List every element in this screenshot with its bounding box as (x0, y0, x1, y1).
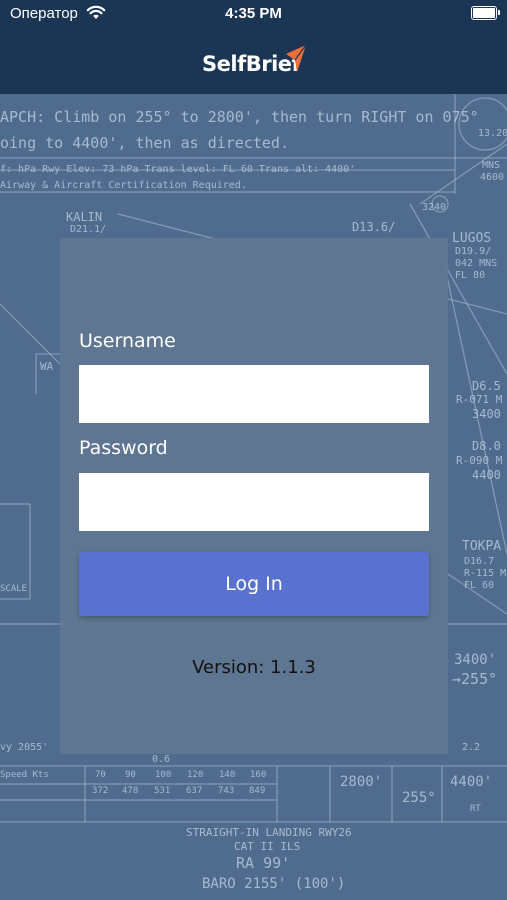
chart-text: 849 (249, 786, 266, 796)
chart-text: D16.7 (464, 556, 495, 567)
chart-text: D8.0 (472, 439, 501, 453)
chart-text: 100 (155, 770, 172, 780)
chart-text: 70 (95, 770, 106, 780)
chart-text: 4400 (472, 468, 501, 482)
password-label: Password (79, 437, 168, 459)
chart-text: RA 99' (236, 854, 291, 872)
chart-text: f: hPa Rwy Elev: 73 hPa Trans level: FL … (0, 164, 356, 175)
chart-text: TOKPA (462, 539, 502, 554)
chart-text: 255° (402, 790, 436, 806)
chart-text: 531 (154, 786, 171, 796)
chart-text: 3400 (472, 407, 501, 421)
chart-text: Speed Kts (0, 770, 49, 780)
chart-text: LUGOS (452, 231, 492, 246)
chart-text: →255° (452, 670, 498, 688)
chart-text: RT (470, 804, 481, 814)
chart-text: 743 (218, 786, 235, 796)
chart-text: D6.5 (472, 379, 501, 393)
chart-text: 2.2 (462, 742, 481, 753)
chart-text: 478 (122, 786, 139, 796)
battery-icon (471, 6, 500, 20)
username-label: Username (79, 330, 176, 352)
chart-text: 120 (187, 770, 204, 780)
chart-text: STRAIGHT-IN LANDING RWY26 (186, 826, 352, 839)
chart-text: D13.6/ (352, 220, 396, 234)
chart-text: D19.9/ (455, 246, 492, 257)
chart-text: FL 80 (455, 270, 486, 281)
username-input[interactable] (79, 365, 429, 423)
chart-text: 637 (186, 786, 203, 796)
chart-text: 4400' (450, 774, 493, 790)
chart-text: Airway & Aircraft Certification Required… (0, 180, 247, 191)
chart-text: 13.20 (478, 128, 507, 139)
password-input[interactable] (79, 473, 429, 531)
clock: 4:35 PM (225, 5, 282, 22)
chart-text: R-115 M (464, 568, 507, 579)
paper-plane-icon (286, 44, 307, 72)
app-header: SelfBrief (0, 28, 507, 94)
chart-text: WA (40, 360, 54, 373)
chart-text: vy 2055' (0, 742, 49, 753)
chart-text: MNS (482, 160, 501, 171)
chart-text: 3400' (454, 652, 497, 668)
chart-text: 042 MNS (455, 258, 498, 269)
status-bar: Оператор 4:35 PM (0, 0, 507, 28)
chart-text: 2800' (340, 774, 383, 790)
chart-text: 90 (125, 770, 136, 780)
chart-text: oing to 4400', then as directed. (0, 134, 289, 152)
chart-text: 4600 (480, 172, 505, 183)
chart-text: D21.1/ (70, 224, 107, 235)
chart-text: 140 (219, 770, 236, 780)
chart-text: 3240 (422, 202, 447, 213)
chart-text: KALIN (66, 210, 103, 224)
chart-text: BARO 2155' (100') (202, 876, 346, 892)
chart-text: CAT II ILS (234, 840, 301, 853)
chart-text: 0.6 (152, 754, 171, 765)
chart-text: R-071 M (456, 393, 503, 406)
chart-text: FL 60 (464, 580, 495, 591)
chart-text: SCALE (0, 584, 28, 594)
chart-text: R-090 M (456, 454, 503, 467)
chart-text: 160 (250, 770, 267, 780)
version-text: Version: 1.1.3 (192, 657, 316, 678)
chart-text: APCH: Climb on 255° to 2800', then turn … (0, 108, 479, 126)
login-button[interactable]: Log In (79, 552, 429, 616)
chart-text: 372 (92, 786, 109, 796)
